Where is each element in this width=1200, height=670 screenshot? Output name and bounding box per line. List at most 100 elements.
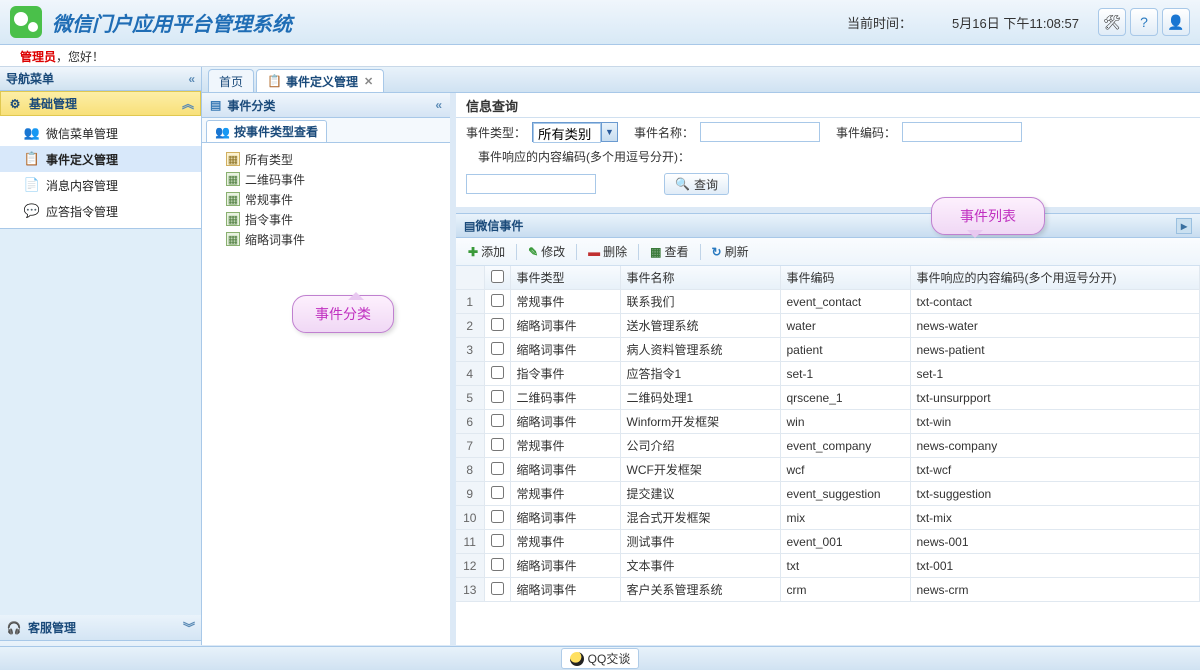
row-checkbox-cell <box>484 338 510 362</box>
cell: 二维码事件 <box>510 386 620 410</box>
cell: event_contact <box>780 290 910 314</box>
dropdown-arrow-icon[interactable]: ▼ <box>601 123 617 141</box>
row-checkbox[interactable] <box>491 558 504 571</box>
nav-item[interactable]: 💬应答指令管理 <box>0 198 201 224</box>
close-icon[interactable]: ✕ <box>364 75 373 88</box>
accordion-head-basic[interactable]: ⚙ 基础管理 ︽ <box>0 91 201 116</box>
nav-item[interactable]: 👥微信菜单管理 <box>0 120 201 146</box>
tree-item[interactable]: ▦指令事件 <box>212 209 440 229</box>
table-row[interactable]: 7常规事件公司介绍event_companynews-company <box>456 434 1200 458</box>
edit-button[interactable]: ✎修改 <box>522 241 571 262</box>
table-row[interactable]: 11常规事件测试事件event_001news-001 <box>456 530 1200 554</box>
table-row[interactable]: 9常规事件提交建议event_suggestiontxt-suggestion <box>456 482 1200 506</box>
table-row[interactable]: 10缩略词事件混合式开发框架mixtxt-mix <box>456 506 1200 530</box>
delete-button[interactable]: ▬删除 <box>582 241 633 262</box>
tab-event-def[interactable]: 📋 事件定义管理 ✕ <box>256 69 384 92</box>
col-header[interactable]: 事件编码 <box>780 266 910 290</box>
search-title: 信息查询 <box>456 93 1200 118</box>
row-checkbox[interactable] <box>491 390 504 403</box>
cell: win <box>780 410 910 434</box>
row-checkbox[interactable] <box>491 462 504 475</box>
search-type-input[interactable] <box>533 123 601 143</box>
table-row[interactable]: 8缩略词事件WCF开发框架wcftxt-wcf <box>456 458 1200 482</box>
table-row[interactable]: 12缩略词事件文本事件txttxt-001 <box>456 554 1200 578</box>
user-button[interactable]: 👤 <box>1162 8 1190 36</box>
cell: txt-contact <box>910 290 1200 314</box>
tree-item[interactable]: ▦所有类型 <box>212 149 440 169</box>
cell: set-1 <box>780 362 910 386</box>
row-checkbox-cell <box>484 554 510 578</box>
row-checkbox[interactable] <box>491 342 504 355</box>
gear-icon: ⚙ <box>7 96 23 112</box>
cell: set-1 <box>910 362 1200 386</box>
search-type-combo[interactable]: ▼ <box>532 122 618 142</box>
table-row[interactable]: 1常规事件联系我们event_contacttxt-contact <box>456 290 1200 314</box>
nav-item[interactable]: 📄消息内容管理 <box>0 172 201 198</box>
cell: 联系我们 <box>620 290 780 314</box>
row-number: 9 <box>456 482 484 506</box>
tree-label: 常规事件 <box>245 191 293 208</box>
subtab-by-type[interactable]: 👥 按事件类型查看 <box>206 120 327 142</box>
refresh-button[interactable]: ↻刷新 <box>706 241 755 262</box>
row-checkbox[interactable] <box>491 534 504 547</box>
sidebar-collapse-icon[interactable]: « <box>188 72 195 86</box>
list-icon: 📋 <box>267 74 282 88</box>
query-button[interactable]: 🔍 查询 <box>664 173 729 195</box>
col-checkbox <box>484 266 510 290</box>
accordion-basic: ⚙ 基础管理 ︽ 👥微信菜单管理📋事件定义管理📄消息内容管理💬应答指令管理 <box>0 91 201 229</box>
cell: 公司介绍 <box>620 434 780 458</box>
col-header[interactable]: 事件名称 <box>620 266 780 290</box>
subtab-bar: 👥 按事件类型查看 <box>202 118 450 143</box>
grid-collapse-icon[interactable]: ▸ <box>1176 218 1192 234</box>
row-checkbox[interactable] <box>491 486 504 499</box>
grid-icon: ▤ <box>464 219 475 233</box>
search-content-input[interactable] <box>466 174 596 194</box>
cell: event_suggestion <box>780 482 910 506</box>
col-header[interactable]: 事件类型 <box>510 266 620 290</box>
qq-chat-button[interactable]: QQ交谈 <box>561 648 640 669</box>
row-checkbox[interactable] <box>491 318 504 331</box>
cell: patient <box>780 338 910 362</box>
select-all-checkbox[interactable] <box>491 270 504 283</box>
row-checkbox[interactable] <box>491 414 504 427</box>
cell: WCF开发框架 <box>620 458 780 482</box>
search-name-input[interactable] <box>700 122 820 142</box>
tab-home[interactable]: 首页 <box>208 69 254 92</box>
headset-icon: 🎧 <box>6 620 22 636</box>
add-button[interactable]: ✚添加 <box>462 241 511 262</box>
row-checkbox[interactable] <box>491 366 504 379</box>
nav-item[interactable]: 📋事件定义管理 <box>0 146 201 172</box>
accordion-head-service[interactable]: 🎧 客服管理 ︾ <box>0 615 201 640</box>
row-number: 5 <box>456 386 484 410</box>
table-row[interactable]: 3缩略词事件病人资料管理系统patientnews-patient <box>456 338 1200 362</box>
table-row[interactable]: 13缩略词事件客户关系管理系统crmnews-crm <box>456 578 1200 602</box>
cell: txt-suggestion <box>910 482 1200 506</box>
settings-button[interactable]: 🛠 <box>1098 8 1126 36</box>
row-checkbox[interactable] <box>491 294 504 307</box>
table-row[interactable]: 2缩略词事件送水管理系统waternews-water <box>456 314 1200 338</box>
query-label: 查询 <box>694 176 718 193</box>
collapse-icon[interactable]: « <box>435 98 442 112</box>
row-checkbox[interactable] <box>491 582 504 595</box>
tree-item[interactable]: ▦二维码事件 <box>212 169 440 189</box>
help-button[interactable]: ? <box>1130 8 1158 36</box>
nav-icon: 📄 <box>24 177 40 193</box>
col-header[interactable]: 事件响应的内容编码(多个用逗号分开) <box>910 266 1200 290</box>
qq-icon <box>570 652 584 666</box>
cell: 送水管理系统 <box>620 314 780 338</box>
table-row[interactable]: 6缩略词事件Winform开发框架wintxt-win <box>456 410 1200 434</box>
cell: 应答指令1 <box>620 362 780 386</box>
table-row[interactable]: 5二维码事件二维码处理1qrscene_1txt-unsurpport <box>456 386 1200 410</box>
tree-item[interactable]: ▦常规事件 <box>212 189 440 209</box>
data-grid: 事件类型事件名称事件编码事件响应的内容编码(多个用逗号分开) 1常规事件联系我们… <box>456 266 1200 645</box>
table-row[interactable]: 4指令事件应答指令1set-1set-1 <box>456 362 1200 386</box>
view-button[interactable]: ▦查看 <box>644 241 694 262</box>
row-checkbox[interactable] <box>491 510 504 523</box>
search-code-input[interactable] <box>902 122 1022 142</box>
row-checkbox[interactable] <box>491 438 504 451</box>
tree-item[interactable]: ▦缩略词事件 <box>212 229 440 249</box>
cell: 缩略词事件 <box>510 554 620 578</box>
pencil-icon: ✎ <box>528 245 538 259</box>
col-rownum <box>456 266 484 290</box>
callout-list: 事件列表 <box>931 197 1045 235</box>
